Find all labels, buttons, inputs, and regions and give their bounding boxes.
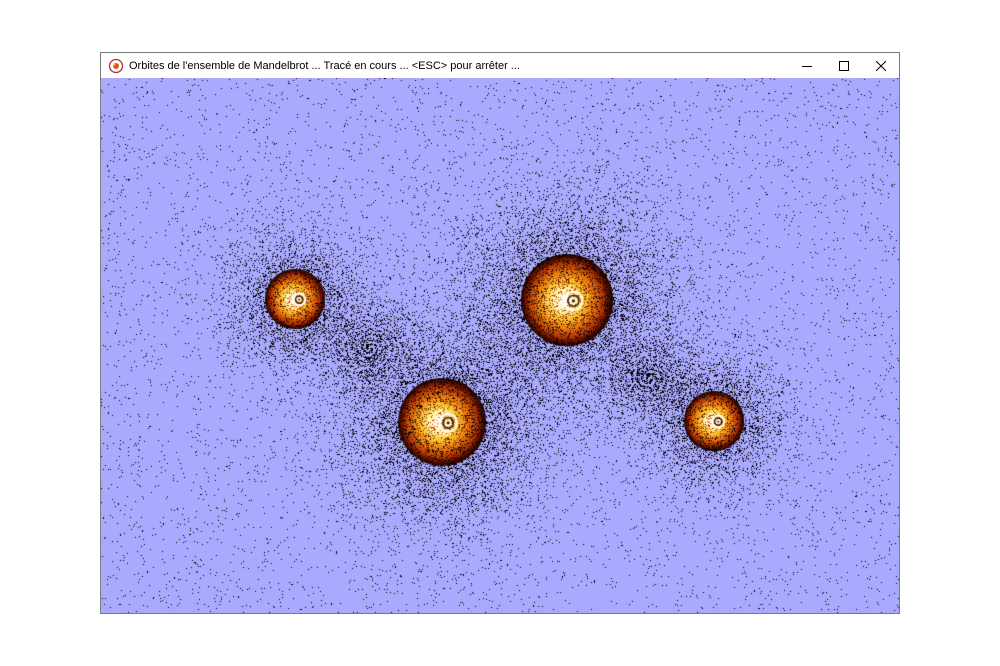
mandelbrot-app-icon[interactable] [108, 58, 124, 74]
maximize-icon [838, 60, 849, 71]
window-title: Orbites de l'ensemble de Mandelbrot ... … [129, 59, 520, 72]
minimize-icon [801, 65, 812, 67]
application-window: Orbites de l'ensemble de Mandelbrot ... … [100, 52, 900, 614]
mandelbrot-orbits-canvas [101, 78, 899, 613]
title-bar[interactable]: Orbites de l'ensemble de Mandelbrot ... … [101, 53, 899, 78]
render-area [101, 78, 899, 613]
minimize-button[interactable] [788, 53, 825, 78]
close-button[interactable] [862, 53, 899, 78]
close-icon [875, 60, 886, 71]
window-controls [788, 53, 899, 78]
maximize-button[interactable] [825, 53, 862, 78]
